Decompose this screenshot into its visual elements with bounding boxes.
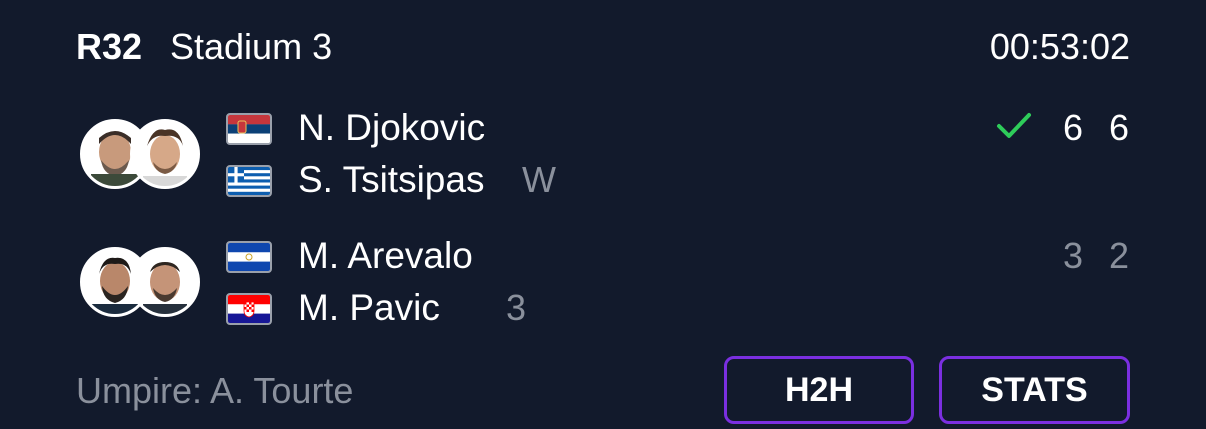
serbia-flag-icon (226, 113, 272, 145)
team1-set2-score: 6 (1108, 107, 1130, 148)
court-label: Stadium 3 (170, 26, 333, 67)
team1-avatars (80, 119, 200, 189)
player-seed: W (522, 159, 556, 200)
player-seed: 3 (506, 287, 527, 328)
match-duration: 00:53:02 (989, 26, 1130, 67)
team2-avatars (80, 247, 200, 317)
winner-check-icon (997, 113, 1031, 138)
round-label: R32 (76, 26, 143, 67)
team2-set2-score: 2 (1108, 235, 1130, 276)
player-name: N. Djokovic (298, 107, 486, 148)
player-avatar (130, 247, 200, 317)
team2-set1-score: 3 (1062, 235, 1084, 276)
croatia-flag-icon (226, 293, 272, 325)
h2h-button[interactable]: H2H (724, 356, 914, 424)
player-name: M. Pavic (298, 287, 440, 328)
player-name: S. Tsitsipas (298, 159, 485, 200)
greece-flag-icon (226, 165, 272, 197)
el-salvador-flag-icon (226, 241, 272, 273)
team1-set1-score: 6 (1062, 107, 1084, 148)
match-card[interactable]: R32 Stadium 3 00:53:02 N. Djokovic S. Ts… (0, 0, 1206, 429)
player-avatar (130, 119, 200, 189)
umpire-label: Umpire: A. Tourte (76, 370, 354, 411)
player-name: M. Arevalo (298, 235, 473, 276)
stats-button[interactable]: STATS (939, 356, 1130, 424)
